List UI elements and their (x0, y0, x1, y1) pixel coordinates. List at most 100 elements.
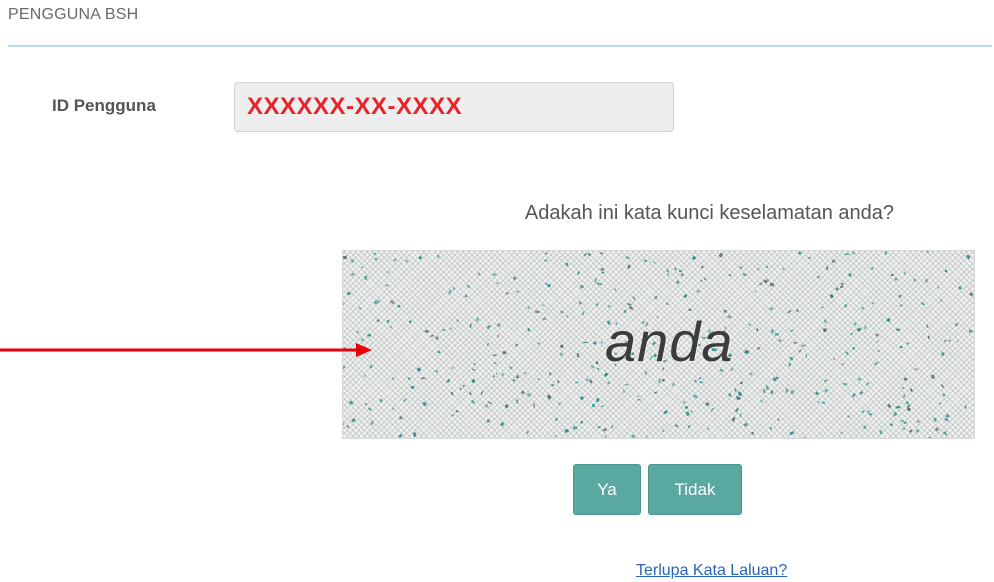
captcha-speck (870, 266, 874, 271)
captcha-speck (661, 378, 665, 382)
captcha-speck (421, 377, 426, 379)
captcha-speck (587, 253, 591, 256)
captcha-speck (374, 257, 378, 261)
captcha-speck (814, 391, 820, 396)
captcha-speck (565, 262, 569, 267)
captcha-speck (583, 341, 588, 344)
captcha-speck (450, 391, 454, 396)
captcha-speck (710, 407, 714, 412)
captcha-speck (535, 310, 540, 314)
captcha-speck (939, 402, 942, 405)
captcha-speck (807, 256, 812, 260)
captcha-speck (470, 399, 476, 404)
captcha-speck (501, 372, 504, 377)
captcha-speck (447, 289, 452, 295)
captcha-speck (699, 381, 704, 384)
captcha-speck (591, 404, 595, 408)
captcha-speck (909, 388, 913, 392)
captcha-speck (927, 335, 930, 339)
captcha-speck (604, 435, 607, 438)
captcha-speck (856, 327, 862, 332)
captcha-speck (654, 391, 658, 394)
captcha-speck (964, 405, 967, 409)
captcha-speck (876, 340, 879, 343)
captcha-speck (790, 390, 795, 394)
captcha-speck (446, 378, 451, 383)
captcha-speck (576, 353, 580, 358)
captcha-speck (801, 344, 806, 347)
captcha-speck (863, 425, 867, 430)
captcha-speck (916, 420, 920, 423)
captcha-speck (581, 311, 585, 316)
captcha-speck (564, 428, 569, 433)
captcha-speck (913, 368, 919, 370)
user-id-field[interactable]: XXXXXX-XX-XXXX (234, 82, 674, 132)
captcha-speck (683, 400, 686, 404)
captcha-speck (848, 273, 852, 277)
captcha-speck (798, 349, 802, 353)
captcha-speck (653, 295, 658, 300)
captcha-speck (841, 363, 844, 366)
captcha-speck (666, 302, 669, 306)
captcha-speck (493, 361, 497, 365)
no-button[interactable]: Tidak (648, 464, 742, 515)
captcha-speck (739, 381, 744, 385)
captcha-speck (459, 387, 463, 391)
captcha-speck (452, 287, 456, 291)
captcha-speck (526, 430, 529, 435)
captcha-speck (558, 402, 562, 405)
captcha-speck (560, 310, 564, 314)
captcha-speck (601, 404, 604, 408)
captcha-speck (492, 375, 496, 378)
captcha-speck (945, 413, 950, 418)
captcha-speck (657, 378, 662, 384)
captcha-speck (416, 367, 422, 372)
security-word: anda (605, 310, 734, 373)
captcha-speck (902, 394, 906, 399)
forgot-password-link[interactable]: Terlupa Kata Laluan? (636, 562, 787, 580)
yes-button[interactable]: Ya (573, 464, 641, 515)
security-question: Adakah ini kata kunci keselamatan anda? (524, 202, 894, 224)
captcha-speck (637, 399, 642, 401)
captcha-speck (430, 334, 434, 338)
captcha-speck (437, 350, 441, 354)
captcha-speck (387, 271, 390, 274)
captcha-speck (554, 417, 559, 422)
captcha-speck (367, 407, 372, 412)
captcha-speck (766, 278, 769, 282)
captcha-speck (462, 384, 465, 387)
captcha-speck (727, 392, 732, 398)
captcha-speck (853, 322, 857, 326)
captcha-speck (547, 283, 551, 288)
captcha-speck (737, 391, 743, 397)
captcha-speck (675, 280, 680, 285)
captcha-speck (543, 259, 548, 262)
captcha-speck (903, 377, 908, 381)
captcha-speck (486, 342, 490, 347)
captcha-speck (778, 339, 782, 343)
captcha-speck (948, 339, 952, 342)
captcha-speck (468, 391, 473, 396)
captcha-speck (798, 251, 802, 255)
captcha-speck (346, 291, 351, 296)
captcha-speck (524, 371, 527, 375)
captcha-speck (422, 401, 428, 407)
captcha-speck (782, 267, 785, 271)
captcha-speck (606, 381, 611, 385)
captcha-speck (915, 428, 920, 434)
captcha-speck (546, 394, 552, 400)
captcha-speck (698, 377, 702, 380)
captcha-speck (843, 303, 848, 308)
captcha-speck (435, 336, 439, 340)
captcha-speck (574, 381, 579, 384)
captcha-speck (893, 277, 898, 282)
captcha-speck (471, 378, 476, 384)
captcha-speck (705, 402, 710, 407)
captcha-speck (370, 420, 374, 426)
captcha-speck (744, 349, 750, 355)
captcha-speck (886, 403, 892, 409)
captcha-speck (408, 320, 412, 324)
captcha-speck (541, 304, 545, 307)
captcha-speck (343, 422, 345, 426)
captcha-speck (486, 324, 491, 330)
